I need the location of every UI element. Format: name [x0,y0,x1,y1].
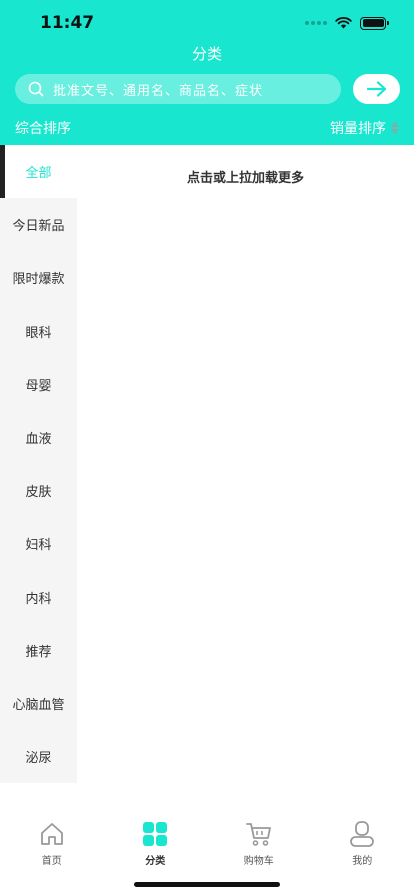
battery-icon [360,16,389,30]
sidebar-item-cardio[interactable]: 心脑血管 [0,677,77,730]
sort-arrows-icon [391,122,399,134]
category-sidebar: 全部 今日新品 限时爆款 眼科 母婴 血液 皮肤 妇科 内科 推荐 心脑血管 泌… [0,145,77,783]
sidebar-item-urology[interactable]: 泌尿 [0,730,77,783]
sidebar-item-maternal[interactable]: 母婴 [0,358,77,411]
sidebar-item-gynecology[interactable]: 妇科 [0,517,77,570]
search-input[interactable]: 批准文号、通用名、商品名、症状 [15,74,341,104]
search-placeholder: 批准文号、通用名、商品名、症状 [53,83,264,99]
page-title: 分类 [191,45,222,63]
profile-icon [350,821,375,847]
search-submit-button[interactable] [353,74,400,104]
sort-sales-button[interactable]: 销量排序 [330,118,399,138]
sidebar-item-new-today[interactable]: 今日新品 [0,198,77,251]
home-indicator [134,882,280,887]
tab-home[interactable]: 首页 [0,810,104,870]
sidebar-item-skin[interactable]: 皮肤 [0,464,77,517]
tab-bar: 首页 分类 购物车 我的 [0,810,414,870]
tab-cart[interactable]: 购物车 [207,810,311,870]
sidebar-item-flash-sale[interactable]: 限时爆款 [0,251,77,304]
cart-icon [245,823,271,846]
tab-category-label: 分类 [145,856,166,867]
category-icon [143,822,168,846]
sidebar-item-internal[interactable]: 内科 [0,571,77,624]
tab-category[interactable]: 分类 [104,810,208,870]
status-time: 11:47 [40,13,95,33]
signal-icon [305,21,327,25]
status-icons [305,15,389,31]
search-icon [28,81,44,97]
header: 11:47 分类 批准文号、通用名、商品名、症状 综合排序 销量排序 [0,0,414,145]
sidebar-item-ophthalmology[interactable]: 眼科 [0,305,77,358]
status-bar: 11:47 [0,0,414,44]
sidebar-item-recommended[interactable]: 推荐 [0,624,77,677]
wifi-icon [335,17,352,29]
tab-profile-label: 我的 [352,856,373,867]
tab-home-label: 首页 [41,856,62,867]
tab-cart-label: 购物车 [243,856,274,867]
sidebar-item-all[interactable]: 全部 [0,145,77,199]
home-icon [40,823,63,845]
sidebar-item-blood[interactable]: 血液 [0,411,77,464]
arrow-right-icon [366,81,386,97]
load-more-link[interactable]: 点击或上拉加载更多 [77,167,414,186]
tab-profile[interactable]: 我的 [311,810,414,870]
sort-sales-label: 销量排序 [330,121,386,137]
sort-comprehensive-button[interactable]: 综合排序 [15,118,71,138]
